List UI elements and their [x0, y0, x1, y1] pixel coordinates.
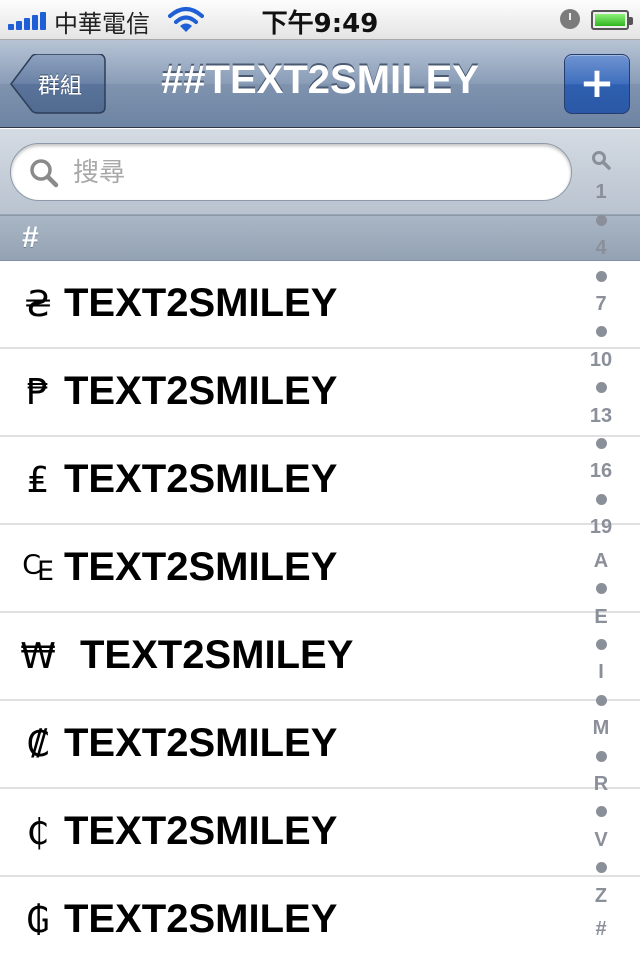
- index-entry[interactable]: 13: [590, 405, 612, 427]
- contact-list: ₴ TEXT2SMILEY ₱ TEXT2SMILEY ₤ TEXT2SMILE…: [0, 261, 640, 960]
- list-item-label: TEXT2SMILEY: [64, 369, 338, 413]
- index-dot[interactable]: [595, 214, 607, 226]
- list-item-label: TEXT2SMILEY: [64, 809, 338, 853]
- list-item[interactable]: ₠ TEXT2SMILEY: [0, 525, 640, 613]
- list-item-label: TEXT2SMILEY: [80, 633, 354, 677]
- currency-symbol: ₴: [24, 284, 52, 325]
- index-entry[interactable]: R: [594, 773, 608, 795]
- list-item[interactable]: ₵ TEXT2SMILEY: [0, 789, 640, 877]
- index-dot[interactable]: [595, 270, 607, 282]
- currency-symbol: ₲: [26, 900, 50, 941]
- page-title: ##TEXT2SMILEY: [161, 58, 479, 102]
- index-dot[interactable]: [595, 806, 607, 818]
- currency-symbol: ₩: [20, 636, 56, 677]
- list-item[interactable]: ₴ TEXT2SMILEY: [0, 261, 640, 349]
- currency-symbol: ₤: [26, 460, 50, 501]
- list-item-label: TEXT2SMILEY: [64, 281, 338, 325]
- search-icon[interactable]: [591, 150, 611, 170]
- index-entry[interactable]: #: [595, 918, 606, 940]
- list-item[interactable]: ₤ TEXT2SMILEY: [0, 437, 640, 525]
- index-entry[interactable]: Z: [595, 885, 607, 907]
- index-dot[interactable]: [595, 382, 607, 394]
- list-item-label: TEXT2SMILEY: [64, 897, 338, 941]
- currency-symbol: ₱: [26, 372, 50, 413]
- status-bar: 中華電信 下午9:49: [0, 0, 640, 40]
- currency-symbol: ₠: [22, 548, 54, 589]
- search-input[interactable]: [73, 153, 543, 193]
- currency-symbol: ₡: [26, 724, 50, 765]
- section-header-label: #: [22, 221, 39, 254]
- index-dot[interactable]: [595, 493, 607, 505]
- index-dot[interactable]: [595, 438, 607, 450]
- list-item[interactable]: ₩ TEXT2SMILEY: [0, 613, 640, 701]
- index-entry[interactable]: 19: [590, 516, 612, 538]
- alarm-clock-icon: [560, 9, 580, 29]
- search-icon: [30, 159, 59, 188]
- section-header: #: [0, 215, 640, 261]
- currency-symbol: ₵: [26, 812, 50, 853]
- index-dot[interactable]: [595, 583, 607, 595]
- index-entry[interactable]: V: [594, 829, 607, 851]
- status-time: 下午9:49: [261, 9, 379, 39]
- section-index[interactable]: 1 4 7 10 13 16 19 A E I M R V Z #: [582, 150, 620, 940]
- list-item[interactable]: ₲ TEXT2SMILEY: [0, 877, 640, 960]
- index-entry[interactable]: 16: [590, 460, 612, 482]
- add-button[interactable]: +: [564, 54, 630, 114]
- index-dot[interactable]: [595, 694, 607, 706]
- index-entry[interactable]: E: [594, 606, 607, 628]
- index-entry[interactable]: 1: [595, 181, 606, 203]
- index-entry[interactable]: M: [593, 717, 610, 739]
- back-button[interactable]: 群組: [10, 54, 106, 114]
- navigation-bar: 群組 ##TEXT2SMILEY +: [0, 40, 640, 128]
- index-dot[interactable]: [595, 750, 607, 762]
- index-entry[interactable]: 10: [590, 349, 612, 371]
- search-field[interactable]: [10, 143, 572, 201]
- index-dot[interactable]: [595, 638, 607, 650]
- search-bar: [0, 129, 640, 215]
- index-dot[interactable]: [595, 326, 607, 338]
- index-entry[interactable]: 7: [595, 293, 606, 315]
- list-item[interactable]: ₡ TEXT2SMILEY: [0, 701, 640, 789]
- index-entry[interactable]: 4: [595, 237, 606, 259]
- index-entry[interactable]: A: [594, 550, 608, 572]
- list-item-label: TEXT2SMILEY: [64, 545, 338, 589]
- list-item-label: TEXT2SMILEY: [64, 457, 338, 501]
- list-item[interactable]: ₱ TEXT2SMILEY: [0, 349, 640, 437]
- list-item-label: TEXT2SMILEY: [64, 721, 338, 765]
- index-dot[interactable]: [595, 862, 607, 874]
- battery-icon: [591, 10, 633, 30]
- back-button-label: 群組: [38, 74, 83, 99]
- index-entry[interactable]: I: [598, 661, 604, 683]
